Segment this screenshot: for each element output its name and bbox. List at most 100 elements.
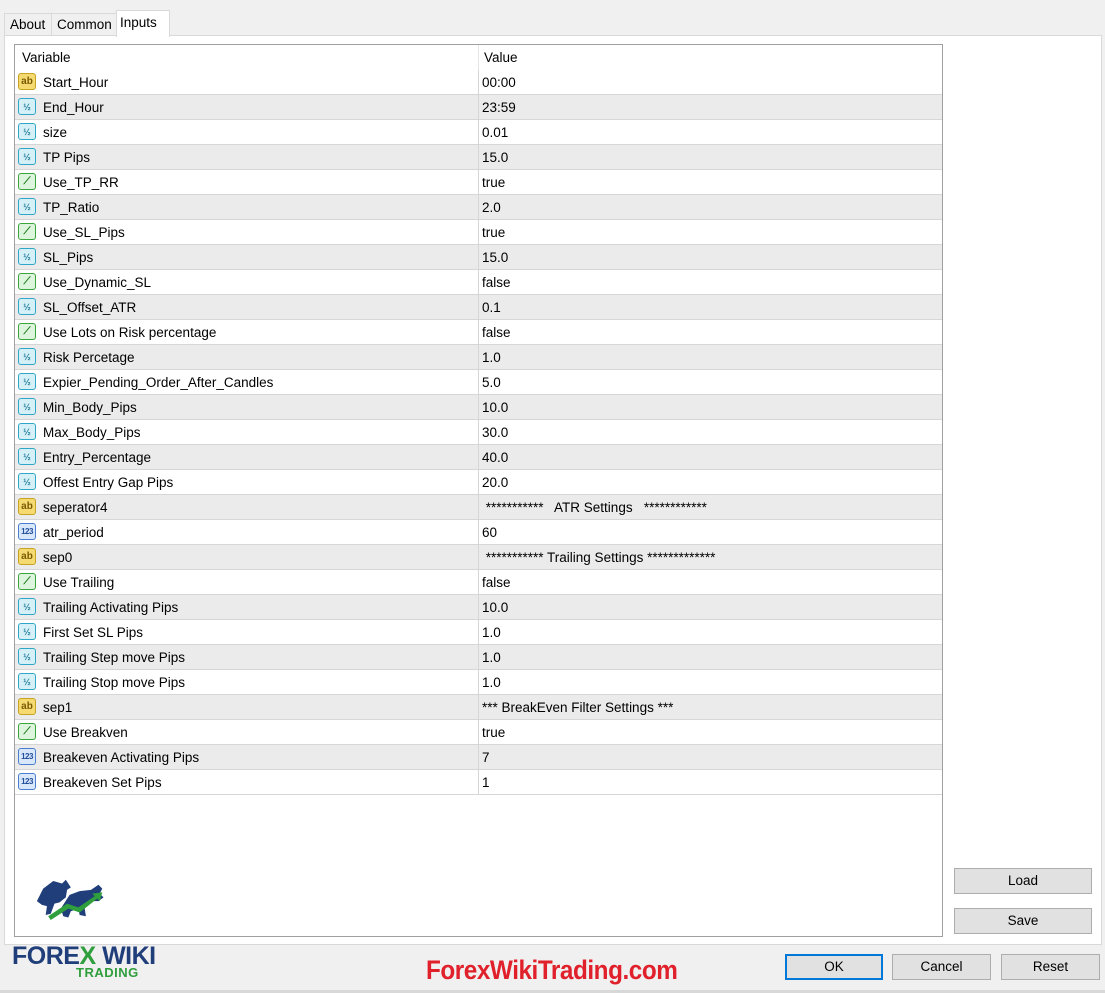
variable-value[interactable]: 2.0 — [482, 200, 501, 215]
cell-divider — [478, 370, 479, 394]
input-row[interactable]: ab seperator4 *********** ATR Settings **… — [15, 495, 942, 520]
double-type-icon: ½ — [18, 148, 36, 165]
variable-name: sep1 — [43, 700, 73, 715]
bool-type-icon: ⟋ — [18, 573, 36, 590]
variable-value[interactable]: 1.0 — [482, 675, 501, 690]
variable-value[interactable]: *********** ATR Settings ************ — [482, 500, 707, 515]
cell-divider — [478, 245, 479, 269]
integer-type-icon: 123 — [18, 523, 36, 540]
variable-value[interactable]: false — [482, 325, 511, 340]
variable-value[interactable]: 40.0 — [482, 450, 508, 465]
input-row[interactable]: ½ Min_Body_Pips 10.0 — [15, 395, 942, 420]
cell-divider — [478, 345, 479, 369]
variable-value[interactable]: 1 — [482, 775, 490, 790]
cell-divider — [478, 195, 479, 219]
input-row[interactable]: ½ Trailing Step move Pips 1.0 — [15, 645, 942, 670]
variable-value[interactable]: 10.0 — [482, 400, 508, 415]
input-row[interactable]: ⟋ Use Lots on Risk percentage false — [15, 320, 942, 345]
variable-value[interactable]: false — [482, 275, 511, 290]
cell-divider — [478, 470, 479, 494]
variable-value[interactable]: 23:59 — [482, 100, 516, 115]
string-type-icon: ab — [18, 548, 36, 565]
cell-divider — [478, 570, 479, 594]
variable-name: Trailing Activating Pips — [43, 600, 179, 615]
variable-value[interactable]: 1.0 — [482, 650, 501, 665]
input-row[interactable]: ½ Max_Body_Pips 30.0 — [15, 420, 942, 445]
variable-value[interactable]: 00:00 — [482, 75, 516, 90]
cell-divider — [478, 670, 479, 694]
variable-value[interactable]: 15.0 — [482, 150, 508, 165]
input-row[interactable]: ab sep0 *********** Trailing Settings ***… — [15, 545, 942, 570]
variable-name: Expier_Pending_Order_After_Candles — [43, 375, 274, 390]
string-type-icon: ab — [18, 498, 36, 515]
input-row[interactable]: ½ End_Hour 23:59 — [15, 95, 942, 120]
bull-bear-logo-icon — [36, 879, 104, 920]
tab-about[interactable]: About — [4, 13, 56, 36]
cell-divider — [478, 145, 479, 169]
cell-divider — [478, 70, 479, 94]
variable-value[interactable]: 60 — [482, 525, 497, 540]
tab-common[interactable]: Common — [51, 13, 123, 36]
input-row[interactable]: ⟋ Use_Dynamic_SL false — [15, 270, 942, 295]
input-row[interactable]: ab sep1 *** BreakEven Filter Settings *** — [15, 695, 942, 720]
reset-button[interactable]: Reset — [1001, 954, 1100, 980]
cell-divider — [478, 395, 479, 419]
variable-name: Breakeven Activating Pips — [43, 750, 200, 765]
input-row[interactable]: ½ TP Pips 15.0 — [15, 145, 942, 170]
load-button[interactable]: Load — [954, 868, 1092, 894]
double-type-icon: ½ — [18, 398, 36, 415]
cancel-button[interactable]: Cancel — [892, 954, 991, 980]
variable-value[interactable]: 5.0 — [482, 375, 501, 390]
variable-value[interactable]: 1.0 — [482, 625, 501, 640]
input-row[interactable]: ½ Trailing Stop move Pips 1.0 — [15, 670, 942, 695]
input-row[interactable]: ½ SL_Pips 15.0 — [15, 245, 942, 270]
input-row[interactable]: 123 Breakeven Activating Pips 7 — [15, 745, 942, 770]
variable-value[interactable]: 20.0 — [482, 475, 508, 490]
input-row[interactable]: ½ Offest Entry Gap Pips 20.0 — [15, 470, 942, 495]
input-row[interactable]: ⟋ Use_TP_RR true — [15, 170, 942, 195]
input-row[interactable]: ⟋ Use Breakven true — [15, 720, 942, 745]
column-header-variable[interactable]: Variable — [22, 50, 71, 65]
column-divider[interactable] — [478, 45, 479, 70]
variable-value[interactable]: true — [482, 175, 505, 190]
variable-value[interactable]: *** BreakEven Filter Settings *** — [482, 700, 673, 715]
input-row[interactable]: ⟋ Use Trailing false — [15, 570, 942, 595]
input-row[interactable]: 123 Breakeven Set Pips 1 — [15, 770, 942, 795]
variable-value[interactable]: true — [482, 225, 505, 240]
column-header-value[interactable]: Value — [484, 50, 518, 65]
input-row[interactable]: ½ Risk Percetage 1.0 — [15, 345, 942, 370]
input-row[interactable]: ½ First Set SL Pips 1.0 — [15, 620, 942, 645]
input-row[interactable]: 123 atr_period 60 — [15, 520, 942, 545]
double-type-icon: ½ — [18, 598, 36, 615]
variable-value[interactable]: 7 — [482, 750, 490, 765]
variable-value[interactable]: true — [482, 725, 505, 740]
input-row[interactable]: ½ size 0.01 — [15, 120, 942, 145]
variable-value[interactable]: 0.1 — [482, 300, 501, 315]
variable-name: Offest Entry Gap Pips — [43, 475, 174, 490]
variable-value[interactable]: 1.0 — [482, 350, 501, 365]
bool-type-icon: ⟋ — [18, 323, 36, 340]
site-watermark: ForexWikiTrading.com — [426, 955, 678, 985]
input-row[interactable]: ½ Entry_Percentage 40.0 — [15, 445, 942, 470]
input-row[interactable]: ⟋ Use_SL_Pips true — [15, 220, 942, 245]
save-button[interactable]: Save — [954, 908, 1092, 934]
ok-button[interactable]: OK — [785, 954, 883, 980]
variable-name: Risk Percetage — [43, 350, 135, 365]
variable-value[interactable]: 10.0 — [482, 600, 508, 615]
variable-value[interactable]: 0.01 — [482, 125, 508, 140]
tab-inputs[interactable]: Inputs — [116, 10, 170, 37]
variable-value[interactable]: 30.0 — [482, 425, 508, 440]
input-row[interactable]: ½ Expier_Pending_Order_After_Candles 5.0 — [15, 370, 942, 395]
input-row[interactable]: ½ SL_Offset_ATR 0.1 — [15, 295, 942, 320]
double-type-icon: ½ — [18, 648, 36, 665]
input-row[interactable]: ½ Trailing Activating Pips 10.0 — [15, 595, 942, 620]
variable-value[interactable]: false — [482, 575, 511, 590]
bool-type-icon: ⟋ — [18, 723, 36, 740]
tab-bar: About Common Inputs — [0, 0, 1105, 37]
double-type-icon: ½ — [18, 98, 36, 115]
input-row[interactable]: ab Start_Hour 00:00 — [15, 70, 942, 95]
variable-name: End_Hour — [43, 100, 104, 115]
variable-value[interactable]: *********** Trailing Settings **********… — [482, 550, 716, 565]
variable-value[interactable]: 15.0 — [482, 250, 508, 265]
input-row[interactable]: ½ TP_Ratio 2.0 — [15, 195, 942, 220]
